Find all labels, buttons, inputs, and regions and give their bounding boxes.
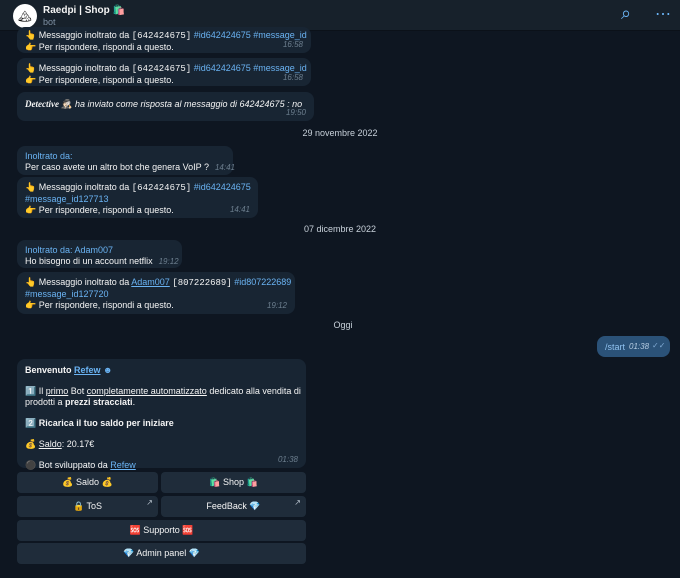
message-text: 👆 Messaggio inoltrato da (25, 63, 132, 73)
user-mention-link[interactable]: Refew (74, 365, 101, 375)
more-options-icon[interactable]: ⋯ (655, 4, 671, 24)
hashtag-link[interactable]: #message_id (253, 30, 307, 40)
message-text: 2️⃣ Ricarica il tuo saldo per iniziare (25, 418, 174, 428)
message-bubble[interactable]: Inoltrato da: Per caso avete un altro bo… (17, 146, 235, 175)
saldo-button[interactable]: 💰 Saldo 💰 (17, 472, 158, 493)
double-check-icon: ✓✓ (652, 341, 666, 350)
button-label: 💰 Saldo 💰 (62, 477, 113, 487)
feedback-button[interactable]: FeedBack 💎 ↗ (161, 496, 306, 517)
message-time: 19:12 (158, 257, 179, 266)
message-text: 👉 Per rispondere, rispondi a questo. (25, 300, 174, 310)
message-bubble[interactable]: 👆 Messaggio inoltrato da Adam007 [807222… (17, 272, 295, 314)
button-label: FeedBack 💎 (206, 501, 261, 511)
user-id-code: [807222689] (172, 278, 232, 288)
message-list[interactable]: 👆 Messaggio inoltrato da [642424675] #id… (0, 27, 680, 578)
underlined-text: Saldo (38, 439, 62, 449)
avatar-image-icon: 🏔 (18, 10, 32, 23)
shop-button[interactable]: 🛍️ Shop 🛍️ (161, 472, 306, 493)
chat-title[interactable]: Raedpi | Shop 🛍️ (43, 5, 125, 16)
mention-badge-icon: ☻ (100, 365, 113, 375)
hashtag-link[interactable]: #message_id (253, 63, 307, 73)
external-link-icon: ↗ (146, 498, 153, 507)
user-id-code: [642424675] (131, 183, 192, 193)
tos-button[interactable]: 🔒 ToS ↗ (17, 496, 158, 517)
search-icon[interactable]: ⌕ (621, 3, 631, 24)
message-bubble[interactable]: 👆 Messaggio inoltrato da [642424675] #id… (17, 27, 311, 53)
user-mention-link[interactable]: Adam007 (131, 277, 170, 287)
message-text: dedicato alla vendita di (206, 386, 301, 396)
date-separator: Oggi (333, 320, 353, 330)
chat-subtitle: bot (43, 17, 56, 27)
forwarded-from-label[interactable]: Inoltrato da: (25, 151, 225, 162)
bot-welcome-message[interactable]: Benvenuto Refew ☻ 1️⃣ Il primo Bot compl… (17, 359, 306, 470)
money-bag-icon: 💰 (25, 439, 39, 449)
message-time: 14:41 (214, 163, 235, 172)
message-time: 16:58 (282, 40, 303, 49)
outgoing-message-bubble[interactable]: /start 01:38 ✓✓ (597, 336, 670, 357)
hashtag-link[interactable]: #id642424675 (194, 30, 251, 40)
message-text: prodotti a (25, 397, 66, 407)
message-time: 01:38 (277, 455, 298, 464)
hashtag-link[interactable]: #id642424675 (194, 182, 251, 192)
message-time: 19:50 (285, 108, 306, 117)
message-text: Per caso avete un altro bot che genera V… (25, 162, 209, 172)
message-text: 👆 Messaggio inoltrato da (25, 277, 132, 287)
forwarded-from-label[interactable]: Inoltrato da: Adam007 (25, 245, 174, 256)
button-label: 💎 Admin panel 💎 (123, 548, 200, 558)
underlined-text: completamente automatizzato (86, 386, 207, 396)
bot-avatar[interactable]: 🏔 (13, 4, 37, 28)
message-text: 👉 Per rispondere, rispondi a questo. (25, 205, 174, 215)
message-time: 16:58 (282, 73, 303, 82)
message-text: ha inviato come risposta al messaggio di… (72, 99, 303, 109)
date-separator: 29 novembre 2022 (302, 128, 378, 138)
command-link[interactable]: /start (605, 342, 625, 352)
message-time: 01:38 (629, 342, 650, 351)
supporto-button[interactable]: 🆘 Supporto 🆘 (17, 520, 306, 541)
button-label: 🆘 Supporto 🆘 (129, 525, 194, 535)
message-text: ⚫ Bot sviluppato da (25, 460, 111, 470)
hashtag-link[interactable]: #id642424675 (194, 63, 251, 73)
admin-panel-button[interactable]: 💎 Admin panel 💎 (17, 543, 306, 564)
message-time: 19:12 (266, 301, 287, 310)
message-text: Ho bisogno di un account netflix (25, 256, 153, 266)
sender-name: Detective 🕵🏻 (25, 99, 73, 109)
underlined-text: primo (45, 386, 69, 396)
button-label: 🛍️ Shop 🛍️ (209, 477, 258, 487)
message-text: 👉 Per rispondere, rispondi a questo. (25, 75, 174, 85)
external-link-icon: ↗ (294, 498, 301, 507)
button-label: 🔒 ToS (72, 501, 103, 511)
hashtag-link[interactable]: #message_id127720 (25, 289, 109, 299)
date-separator: 07 dicembre 2022 (303, 224, 377, 234)
message-bubble[interactable]: Inoltrato da: Adam007 Ho bisogno di un a… (17, 240, 182, 268)
message-time: 14:41 (229, 205, 250, 214)
message-bubble[interactable]: Detective 🕵🏻 ha inviato come risposta al… (17, 92, 314, 121)
hashtag-link[interactable]: #message_id127713 (25, 194, 109, 204)
user-mention-link[interactable]: Refew (110, 460, 136, 470)
message-text: . (132, 397, 136, 407)
message-text: 1️⃣ Il (25, 386, 46, 396)
message-text: 👉 Per rispondere, rispondi a questo. (25, 42, 174, 52)
user-id-code: [642424675] (131, 64, 192, 74)
message-bubble[interactable]: 👆 Messaggio inoltrato da [642424675] #id… (17, 177, 258, 218)
hashtag-link[interactable]: #id807222689 (234, 277, 291, 287)
user-id-code: [642424675] (131, 31, 192, 41)
message-text: 👆 Messaggio inoltrato da (25, 30, 132, 40)
message-text: Benvenuto (25, 365, 75, 375)
bold-text: prezzi stracciati (65, 397, 133, 407)
message-text: : 20.17€ (61, 439, 95, 449)
message-bubble[interactable]: 👆 Messaggio inoltrato da [642424675] #id… (17, 58, 311, 86)
message-text: Bot (68, 386, 87, 396)
message-text: 👆 Messaggio inoltrato da (25, 182, 132, 192)
